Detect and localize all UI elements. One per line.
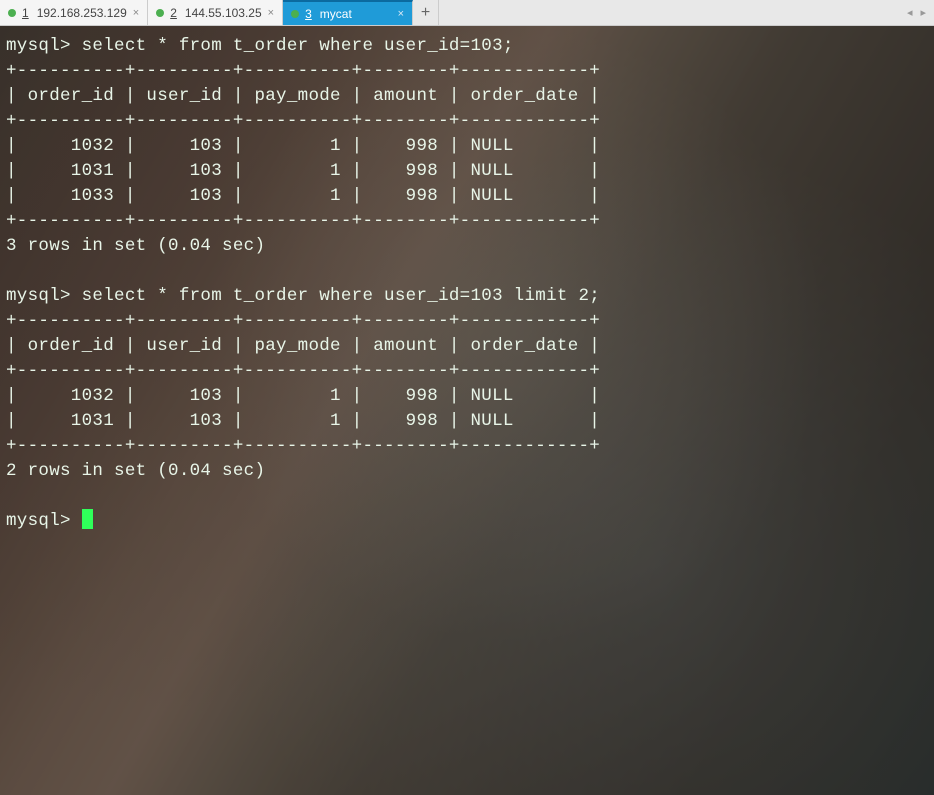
tab-nav-next-icon[interactable]: ▸ bbox=[918, 6, 928, 19]
close-icon[interactable]: × bbox=[268, 7, 274, 19]
tab-nav-prev-icon[interactable]: ◂ bbox=[905, 6, 915, 19]
tab-index: 1 bbox=[22, 6, 29, 20]
status-dot-icon bbox=[291, 10, 299, 18]
terminal-pane[interactable]: mysql> select * from t_order where user_… bbox=[0, 26, 934, 795]
tab-nav: ◂ ▸ bbox=[899, 0, 934, 25]
terminal-output: mysql> select * from t_order where user_… bbox=[0, 26, 934, 795]
tab-label: 144.55.103.25 bbox=[185, 6, 262, 20]
tab-1[interactable]: 1 192.168.253.129 × bbox=[0, 0, 148, 25]
new-tab-button[interactable]: + bbox=[413, 0, 439, 25]
tab-label: mycat bbox=[320, 7, 352, 21]
status-dot-icon bbox=[8, 9, 16, 17]
tab-label: 192.168.253.129 bbox=[37, 6, 127, 20]
tab-bar: 1192.168.253.129×2144.55.103.25×3mycat× … bbox=[0, 0, 934, 26]
status-dot-icon bbox=[156, 9, 164, 17]
close-icon[interactable]: × bbox=[133, 7, 139, 19]
cursor-icon bbox=[82, 509, 93, 529]
tab-2[interactable]: 2 144.55.103.25 × bbox=[148, 0, 283, 25]
close-icon[interactable]: × bbox=[398, 8, 404, 20]
tab-index: 3 bbox=[305, 7, 312, 21]
tab-index: 2 bbox=[170, 6, 177, 20]
tab-3[interactable]: 3 mycat × bbox=[283, 0, 413, 25]
